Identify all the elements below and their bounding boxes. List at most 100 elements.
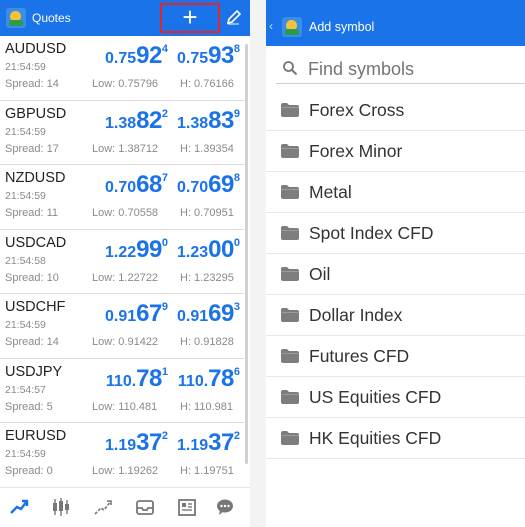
bid-price: 0.70687 bbox=[105, 171, 168, 199]
app-logo-icon bbox=[282, 17, 302, 37]
bid-price-fraction: 1 bbox=[161, 365, 168, 378]
bid-price-fraction: 2 bbox=[161, 430, 168, 442]
bid-price-pips: 37 bbox=[136, 429, 162, 456]
ask-price-fraction: 0 bbox=[233, 236, 240, 249]
ask-price-prefix: 1.38 bbox=[177, 114, 209, 132]
quotes-icon[interactable] bbox=[8, 496, 30, 518]
bid-price: 1.19372 bbox=[105, 429, 168, 457]
ask-price-fraction: 9 bbox=[233, 107, 240, 120]
symbol-name: EURUSD bbox=[5, 428, 67, 444]
symbol-folder-item[interactable]: Dollar Index bbox=[266, 295, 525, 336]
high-value: H: 110.981 bbox=[180, 400, 234, 413]
history-icon[interactable] bbox=[134, 496, 156, 518]
high-value: H: 1.39354 bbox=[180, 142, 234, 155]
bid-price-pips: 78 bbox=[136, 364, 162, 392]
symbol-name: GBPUSD bbox=[5, 105, 67, 122]
symbol-folder-item[interactable]: Futures CFD bbox=[266, 336, 525, 377]
ask-price-pips: 69 bbox=[208, 171, 234, 198]
quote-row-nzdusd[interactable]: NZDUSD 21:54:59 Spread: 11 Low: 0.70558 H: 0… bbox=[0, 165, 244, 230]
back-icon[interactable]: ‹ bbox=[269, 19, 273, 33]
quote-row-usdchf[interactable]: USDCHF 21:54:59 Spread: 14 Low: 0.91422 H: 0… bbox=[0, 294, 244, 359]
symbol-name: NZDUSD bbox=[5, 170, 66, 186]
quote-time: 21:54:59 bbox=[5, 448, 46, 460]
bid-price-fraction: 0 bbox=[161, 236, 168, 249]
quote-row-usdcad[interactable]: USDCAD 21:54:58 Spread: 10 Low: 1.22722 H: 1… bbox=[0, 230, 244, 294]
news-icon[interactable] bbox=[176, 496, 198, 518]
bid-price: 1.38822 bbox=[105, 107, 168, 135]
ask-price-pips: 69 bbox=[208, 300, 234, 327]
high-value: H: 0.91828 bbox=[180, 336, 234, 348]
panel-divider bbox=[250, 0, 266, 527]
bid-price-fraction: 7 bbox=[161, 172, 168, 184]
folder-icon bbox=[281, 103, 299, 117]
bid-price-prefix: 1.19 bbox=[105, 437, 137, 454]
ask-price: 110.786 bbox=[178, 365, 240, 393]
symbol-name: USDCHF bbox=[5, 299, 66, 315]
folder-label: Dollar Index bbox=[309, 305, 403, 325]
bid-price: 110.781 bbox=[106, 365, 168, 393]
symbol-folder-item[interactable]: HK Equities CFD bbox=[266, 418, 525, 459]
folder-icon bbox=[281, 431, 299, 445]
search-bar bbox=[276, 54, 525, 84]
quote-row-eurusd[interactable]: EURUSD 21:54:59 Spread: 0 Low: 1.19262 H: 1.… bbox=[0, 423, 244, 488]
trade-icon[interactable] bbox=[92, 496, 114, 518]
scrollbar[interactable] bbox=[245, 44, 248, 464]
add-symbol-button[interactable]: + bbox=[160, 3, 220, 33]
bid-price-prefix: 0.70 bbox=[105, 179, 137, 196]
symbol-name: USDCAD bbox=[5, 234, 67, 251]
ask-price-pips: 00 bbox=[208, 235, 234, 263]
quote-time: 21:54:59 bbox=[5, 125, 46, 138]
quote-time: 21:54:58 bbox=[5, 254, 46, 267]
ask-price-pips: 78 bbox=[208, 364, 234, 392]
add-symbol-title: Add symbol bbox=[309, 20, 375, 34]
bid-price-prefix: 0.75 bbox=[105, 50, 137, 67]
quote-time: 21:54:59 bbox=[5, 319, 46, 331]
folder-label: Metal bbox=[309, 182, 352, 202]
ask-price-prefix: 0.75 bbox=[177, 50, 209, 67]
ask-price-prefix: 1.23 bbox=[177, 243, 209, 261]
bid-price-prefix: 1.38 bbox=[105, 114, 137, 132]
symbol-folder-item[interactable]: Forex Cross bbox=[266, 90, 525, 131]
ask-price-prefix: 1.19 bbox=[177, 437, 209, 454]
symbol-folder-item[interactable]: Spot Index CFD bbox=[266, 213, 525, 254]
folder-label: HK Equities CFD bbox=[309, 428, 442, 448]
low-value: Low: 0.91422 bbox=[92, 336, 159, 348]
status-bar bbox=[266, 0, 525, 6]
pencil-icon[interactable] bbox=[222, 8, 244, 28]
folder-label: Futures CFD bbox=[309, 346, 410, 366]
search-input[interactable] bbox=[308, 56, 523, 82]
spread-value: Spread: 14 bbox=[5, 78, 59, 90]
bid-price-pips: 92 bbox=[136, 42, 162, 69]
bid-price-pips: 67 bbox=[136, 300, 162, 327]
folder-icon bbox=[281, 267, 299, 281]
bid-price: 1.22990 bbox=[105, 236, 168, 264]
quote-row-audusd[interactable]: AUDUSD 21:54:59 Spread: 14 Low: 0.75796 H: 0… bbox=[0, 36, 244, 101]
quote-time: 21:54:59 bbox=[5, 61, 46, 73]
high-value: H: 1.19751 bbox=[180, 465, 234, 477]
low-value: Low: 110.481 bbox=[92, 400, 158, 413]
spread-value: Spread: 10 bbox=[5, 271, 59, 284]
bid-price: 0.91679 bbox=[105, 300, 168, 328]
symbol-folder-item[interactable]: US Equities CFD bbox=[266, 377, 525, 418]
symbol-folder-item[interactable]: Forex Minor bbox=[266, 131, 525, 172]
symbol-folder-item[interactable]: Oil bbox=[266, 254, 525, 295]
chart-icon[interactable] bbox=[50, 496, 72, 518]
bid-price-pips: 82 bbox=[136, 106, 162, 134]
symbol-folder-item[interactable]: Metal bbox=[266, 172, 525, 213]
folder-icon bbox=[281, 308, 299, 322]
quote-time: 21:54:57 bbox=[5, 383, 46, 396]
symbol-name: USDJPY bbox=[5, 363, 63, 380]
spread-value: Spread: 5 bbox=[5, 400, 53, 413]
ask-price: 1.19372 bbox=[177, 429, 240, 457]
quote-time: 21:54:59 bbox=[5, 190, 46, 202]
symbol-name: AUDUSD bbox=[5, 41, 67, 57]
quote-row-usdjpy[interactable]: USDJPY 21:54:57 Spread: 5 Low: 110.481 H: 11… bbox=[0, 359, 244, 423]
ask-price: 0.91693 bbox=[177, 300, 240, 328]
bid-price-fraction: 4 bbox=[161, 43, 168, 55]
messages-icon[interactable] bbox=[214, 496, 236, 518]
low-value: Low: 1.19262 bbox=[92, 465, 159, 477]
low-value: Low: 1.38712 bbox=[92, 142, 159, 155]
add-symbol-toolbar: ‹ Add symbol bbox=[266, 0, 525, 46]
quote-row-gbpusd[interactable]: GBPUSD 21:54:59 Spread: 17 Low: 1.38712 H: 1… bbox=[0, 101, 244, 165]
ask-price-fraction: 2 bbox=[233, 430, 240, 442]
